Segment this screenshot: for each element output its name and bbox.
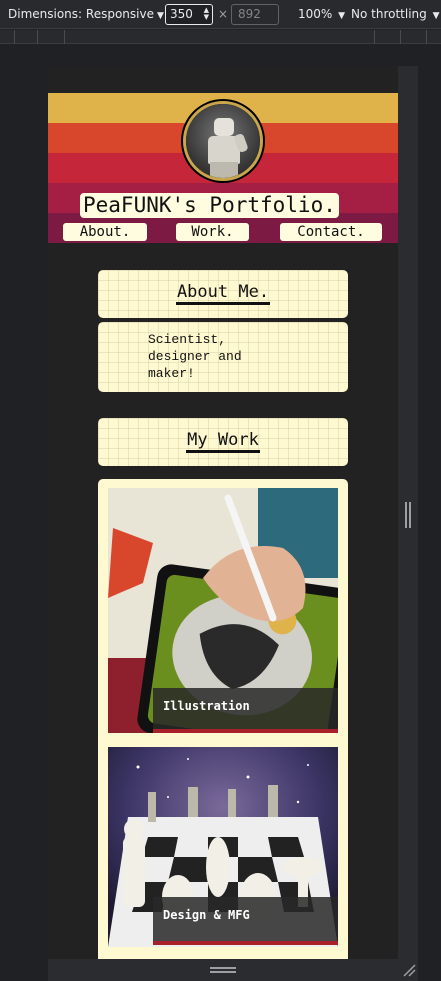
bottom-resize-handle[interactable] [210,967,236,973]
throttling-label: No throttling [351,7,427,21]
zoom-dropdown[interactable]: 100% ▼ [298,7,345,21]
tile-accent-bar [153,941,338,945]
work-tile-illustration[interactable]: Illustration [108,488,338,733]
height-placeholder: 892 [238,7,261,21]
ruler-segment [426,30,427,44]
site-title: PeaFUNK's Portfolio. [80,193,339,218]
times-symbol: × [218,7,229,21]
nav-work[interactable]: Work. [176,223,249,241]
nav-about[interactable]: About. [63,223,147,241]
chevron-down-icon: ▼ [429,11,440,21]
site-header: PeaFUNK's Portfolio. About. Work. Contac… [48,93,398,243]
tile-accent-bar [153,729,338,733]
work-heading-card: My Work [98,418,348,466]
about-text-card: Scientist, designer and maker! [98,322,348,392]
ruler-segment [14,30,15,44]
throttling-dropdown[interactable]: No throttling ▼ [351,7,440,21]
emulated-viewport: PeaFUNK's Portfolio. About. Work. Contac… [48,66,398,959]
chevron-down-icon: ▼ [335,11,346,21]
ruler-segment [374,30,375,44]
avatar [183,101,263,181]
devtools-toolbar: Dimensions: Responsive ▼ 350 ▲ ▼ × 892 100… [0,0,441,29]
tile-caption: Illustration [153,688,338,732]
about-text: Scientist, designer and maker! [148,332,242,381]
dimensions-label: Dimensions: Responsive [8,7,154,21]
media-query-ruler[interactable] [0,30,441,44]
right-resize-handle[interactable] [405,502,411,528]
work-panel: Illustration Design & MFG [98,479,348,959]
height-input[interactable]: 892 [231,4,279,25]
ruler-segment [37,30,38,44]
tile-caption: Design & MFG [153,897,338,941]
work-tile-design-mfg[interactable]: Design & MFG [108,747,338,947]
corner-resize-icon[interactable] [402,963,416,977]
width-value: 350 [170,7,193,21]
about-heading: About Me. [98,282,348,305]
spinner-icon[interactable]: ▲ ▼ [204,7,209,21]
ruler-segment [64,30,65,44]
work-heading: My Work [98,430,348,453]
about-heading-card: About Me. [98,270,348,318]
ruler-segment [400,30,401,44]
chevron-down-icon: ▼ [156,11,164,21]
dimensions-dropdown[interactable]: Dimensions: Responsive ▼ [8,7,164,21]
width-input[interactable]: 350 ▲ ▼ [165,4,213,25]
nav-contact[interactable]: Contact. [280,223,382,241]
zoom-label: 100% [298,7,333,21]
